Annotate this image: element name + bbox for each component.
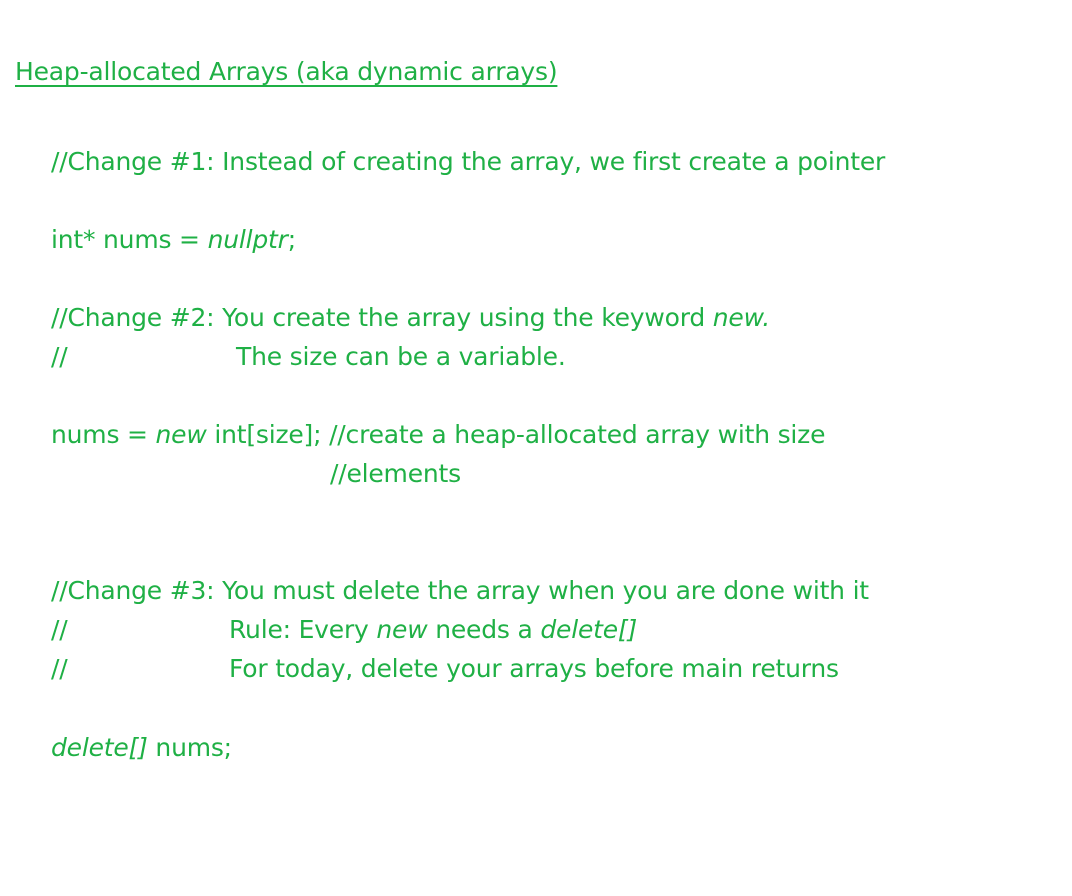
- change2-comment-text: The size can be a variable.: [236, 342, 566, 371]
- change2-comment-slashes: //: [51, 342, 68, 371]
- change1-code: int* nums = nullptr;: [51, 224, 296, 256]
- rule-text: needs a: [427, 615, 541, 644]
- change3-comment: //Change #3: You must delete the array w…: [51, 576, 869, 605]
- comment-text: //Change #2: You create the array using …: [51, 303, 713, 332]
- change2-code-continuation: //elements: [330, 459, 461, 488]
- keyword-delete: delete[]: [540, 615, 638, 644]
- code-keyword-nullptr: nullptr: [207, 225, 288, 254]
- change2-code: nums = new int[size]; //create a heap-al…: [51, 419, 825, 451]
- code-text: nums =: [51, 420, 156, 449]
- change1-comment: //Change #1: Instead of creating the arr…: [51, 147, 886, 176]
- code-text: nums;: [147, 733, 232, 762]
- keyword-new: new: [376, 615, 428, 644]
- change3-code: delete[] nums;: [51, 732, 232, 764]
- change3-today-text: For today, delete your arrays before mai…: [229, 654, 839, 683]
- change3-rule: Rule: Every new needs a delete[]: [229, 614, 637, 646]
- keyword-new: new.: [712, 303, 770, 332]
- page-title: Heap-allocated Arrays (aka dynamic array…: [15, 57, 558, 86]
- change3-rule-slashes: //: [51, 615, 68, 644]
- code-text: ;: [287, 225, 296, 254]
- change2-comment: //Change #2: You create the array using …: [51, 302, 770, 334]
- rule-text: Rule: Every: [229, 615, 377, 644]
- change3-today-slashes: //: [51, 654, 68, 683]
- code-keyword-delete: delete[]: [51, 733, 148, 762]
- code-text: int* nums =: [51, 225, 208, 254]
- code-keyword-new: new: [155, 420, 207, 449]
- code-text: int[size]; //create a heap-allocated arr…: [206, 420, 826, 449]
